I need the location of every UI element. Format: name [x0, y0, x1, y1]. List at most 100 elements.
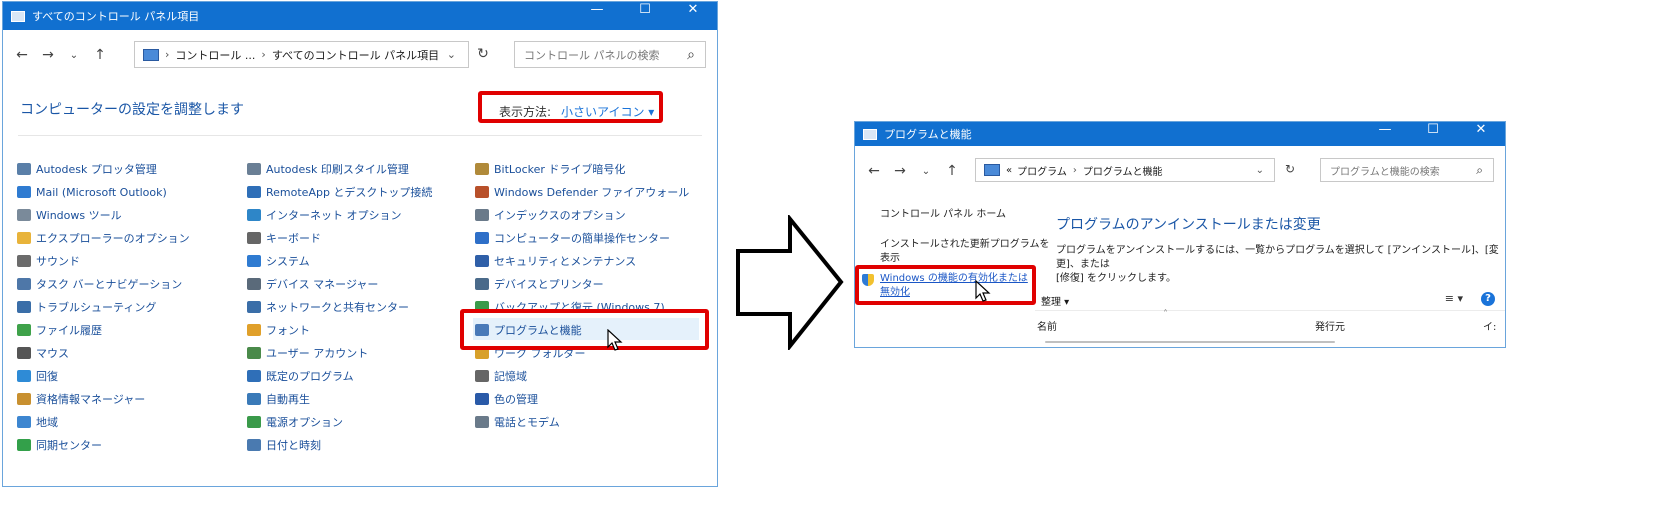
- forward-arrow-icon[interactable]: →: [887, 163, 913, 179]
- control-panel-item[interactable]: 回復: [17, 367, 58, 385]
- recent-locations-chevron-icon[interactable]: ⌄: [61, 50, 87, 61]
- control-panel-item-label: 色の管理: [494, 393, 538, 406]
- up-arrow-icon[interactable]: ↑: [939, 163, 965, 179]
- control-panel-item[interactable]: 電源オプション: [247, 413, 343, 431]
- control-panel-item[interactable]: インターネット オプション: [247, 206, 402, 224]
- control-panel-item[interactable]: セキュリティとメンテナンス: [475, 252, 636, 270]
- forward-arrow-icon[interactable]: →: [35, 47, 61, 63]
- breadcrumb-programs-and-features[interactable]: プログラムと機能: [1083, 163, 1163, 178]
- control-panel-item[interactable]: タスク バーとナビゲーション: [17, 275, 182, 293]
- control-panel-item[interactable]: Windows Defender ファイアウォール: [475, 183, 689, 201]
- control-panel-item[interactable]: ネットワークと共有センター: [247, 298, 409, 316]
- power-icon: [247, 416, 261, 428]
- control-panel-item[interactable]: エクスプローラーのオプション: [17, 229, 190, 247]
- right-arrow-icon: [736, 215, 844, 350]
- close-button[interactable]: ✕: [1457, 122, 1505, 146]
- control-panel-item[interactable]: サウンド: [17, 252, 80, 270]
- mail-icon: [17, 186, 31, 198]
- breadcrumb-overflow[interactable]: «: [1006, 165, 1012, 176]
- control-panel-item[interactable]: Autodesk 印刷スタイル管理: [247, 160, 409, 178]
- installed-updates-line1: インストールされた更新プログラムを: [880, 239, 1050, 250]
- highlight-box-programs-and-features: [460, 309, 709, 350]
- phone-modem-icon: [475, 416, 489, 428]
- view-options-button[interactable]: ≡ ▾: [1445, 292, 1463, 305]
- control-panel-item[interactable]: 電話とモデム: [475, 413, 560, 431]
- minimize-button[interactable]: —: [1361, 122, 1409, 146]
- column-header-name[interactable]: 名前: [1037, 318, 1057, 333]
- control-panel-item[interactable]: Mail (Microsoft Outlook): [17, 183, 167, 201]
- programs-heading: プログラムのアンインストールまたは変更: [1056, 217, 1321, 233]
- help-icon[interactable]: ?: [1481, 292, 1495, 306]
- control-panel-item[interactable]: 色の管理: [475, 390, 538, 408]
- users-icon: [247, 347, 261, 359]
- refresh-icon[interactable]: ↻: [1277, 162, 1303, 176]
- control-panel-item[interactable]: トラブルシューティング: [17, 298, 156, 316]
- control-panel-item[interactable]: コンピューターの簡単操作センター: [475, 229, 670, 247]
- search-icon[interactable]: ⌕: [687, 47, 695, 63]
- control-panel-item[interactable]: 日付と時刻: [247, 436, 321, 454]
- recent-locations-chevron-icon[interactable]: ⌄: [913, 166, 939, 177]
- control-panel-item[interactable]: 既定のプログラム: [247, 367, 354, 385]
- control-panel-item[interactable]: ユーザー アカウント: [247, 344, 368, 362]
- minimize-button[interactable]: —: [573, 2, 621, 30]
- installed-updates-link[interactable]: インストールされた更新プログラムを 表示: [880, 238, 1050, 266]
- breadcrumb-programs[interactable]: プログラム: [1017, 163, 1067, 178]
- window-title: すべてのコントロール パネル項目: [32, 10, 200, 23]
- control-panel-item[interactable]: 記憶域: [475, 367, 527, 385]
- control-panel-item[interactable]: インデックスのオプション: [475, 206, 626, 224]
- file-history-icon: [17, 324, 31, 336]
- horizontal-scrollbar[interactable]: [1045, 341, 1335, 343]
- control-panel-item[interactable]: ファイル履歴: [17, 321, 102, 339]
- breadcrumb-separator: ›: [165, 48, 170, 61]
- control-panel-item[interactable]: デバイス マネージャー: [247, 275, 378, 293]
- column-header-publisher[interactable]: 発行元: [1315, 318, 1345, 333]
- address-dropdown-chevron-icon[interactable]: ⌄: [447, 48, 456, 61]
- system-icon: [247, 255, 261, 267]
- control-panel-item[interactable]: キーボード: [247, 229, 321, 247]
- back-arrow-icon[interactable]: ←: [861, 163, 887, 179]
- control-panel-item[interactable]: システム: [247, 252, 310, 270]
- control-panel-item-label: デバイス マネージャー: [266, 278, 379, 291]
- folder-options-icon: [17, 232, 31, 244]
- organize-button[interactable]: 整理 ▾: [1041, 293, 1069, 308]
- programs-and-features-window: プログラムと機能 — ☐ ✕ ← → ⌄ ↑ « プログラム › プログラムと機…: [854, 121, 1506, 348]
- address-dropdown-chevron-icon[interactable]: ⌄: [1256, 165, 1264, 176]
- control-panel-home-link[interactable]: コントロール パネル ホーム: [880, 208, 1006, 222]
- breadcrumb-control-panel[interactable]: コントロール ...: [175, 47, 255, 63]
- search-icon[interactable]: ⌕: [1476, 163, 1483, 178]
- color-management-icon: [475, 393, 489, 405]
- breadcrumb-all-items[interactable]: すべてのコントロール パネル項目: [272, 47, 439, 63]
- search-input[interactable]: コントロール パネルの検索 ⌕: [514, 41, 706, 68]
- column-header-installed[interactable]: イ:: [1483, 318, 1496, 333]
- control-panel-item-label: Windows Defender ファイアウォール: [494, 186, 690, 199]
- control-panel-item[interactable]: 資格情報マネージャー: [17, 390, 145, 408]
- control-panel-item[interactable]: フォント: [247, 321, 310, 339]
- address-bar[interactable]: « プログラム › プログラムと機能 ⌄: [975, 158, 1275, 182]
- control-panel-item[interactable]: Windows ツール: [17, 206, 122, 224]
- font-icon: [247, 324, 261, 336]
- flag-icon: [475, 255, 489, 267]
- control-panel-item[interactable]: RemoteApp とデスクトップ接続: [247, 183, 432, 201]
- address-bar[interactable]: › コントロール ... › すべてのコントロール パネル項目 ⌄: [134, 41, 469, 68]
- back-arrow-icon[interactable]: ←: [9, 47, 35, 63]
- control-panel-item-label: 資格情報マネージャー: [36, 393, 146, 406]
- maximize-button[interactable]: ☐: [1409, 122, 1457, 146]
- control-panel-item-label: ネットワークと共有センター: [266, 301, 409, 314]
- control-panel-item[interactable]: 自動再生: [247, 390, 310, 408]
- up-arrow-icon[interactable]: ↑: [87, 47, 113, 63]
- control-panel-item-label: サウンド: [36, 255, 80, 268]
- control-panel-item[interactable]: Autodesk プロッタ管理: [17, 160, 157, 178]
- control-panel-item-label: BitLocker ドライブ暗号化: [494, 163, 626, 176]
- close-button[interactable]: ✕: [669, 2, 717, 30]
- control-panel-item[interactable]: マウス: [17, 344, 69, 362]
- control-panel-item[interactable]: デバイスとプリンター: [475, 275, 604, 293]
- refresh-icon[interactable]: ↻: [470, 46, 496, 62]
- search-input[interactable]: プログラムと機能の検索 ⌕: [1320, 158, 1494, 182]
- remoteapp-icon: [247, 186, 261, 198]
- maximize-button[interactable]: ☐: [621, 2, 669, 30]
- control-panel-item[interactable]: 同期センター: [17, 436, 102, 454]
- control-panel-item[interactable]: BitLocker ドライブ暗号化: [475, 160, 625, 178]
- sort-ascending-icon: ˄: [1163, 309, 1168, 320]
- control-panel-item[interactable]: 地域: [17, 413, 58, 431]
- control-panel-titlebar: すべてのコントロール パネル項目 — ☐ ✕: [3, 2, 717, 30]
